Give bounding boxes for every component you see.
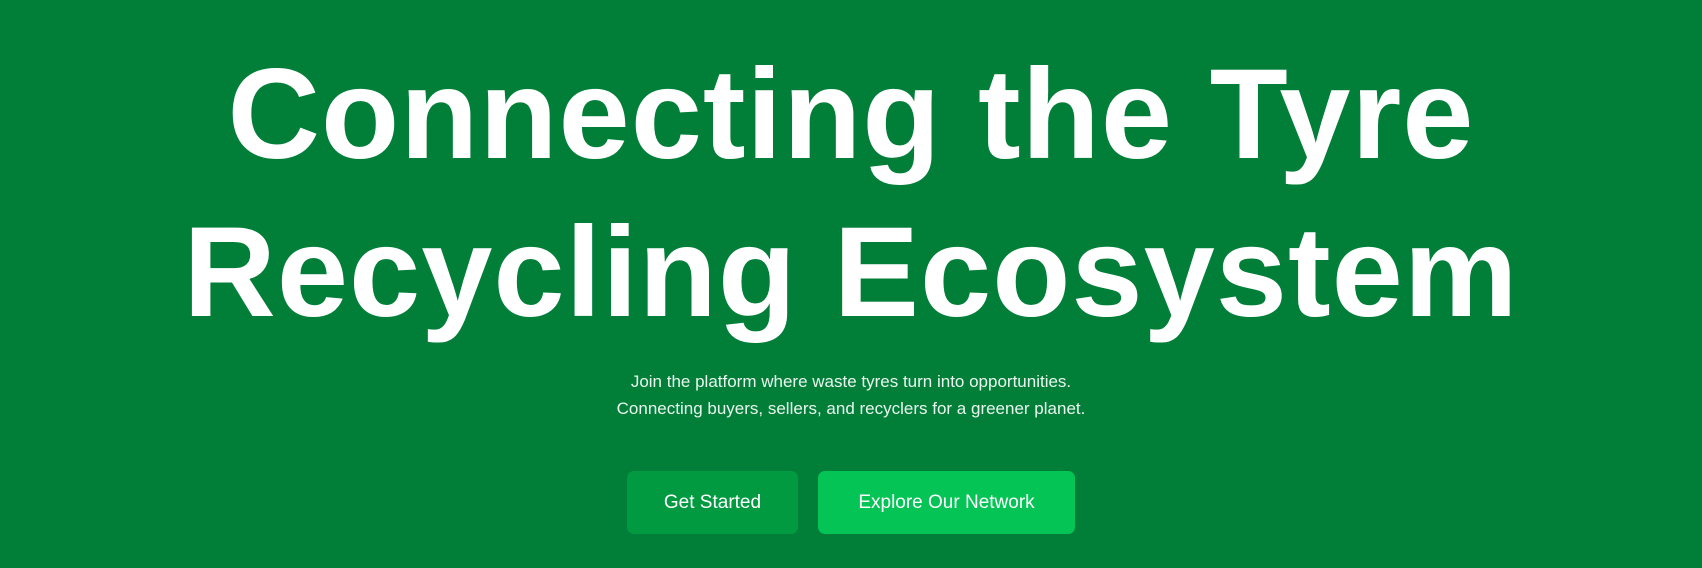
hero-section: Connecting the Tyre Recycling Ecosystem …: [0, 0, 1702, 568]
hero-subtitle-line-2: Connecting buyers, sellers, and recycler…: [616, 399, 1086, 418]
hero-subtitle: Join the platform where waste tyres turn…: [0, 368, 1702, 422]
hero-subtitle-line-1: Join the platform where waste tyres turn…: [630, 372, 1072, 391]
get-started-button[interactable]: Get Started: [627, 471, 798, 534]
hero-title-line-2: Recycling Ecosystem: [183, 201, 1519, 344]
explore-network-button[interactable]: Explore Our Network: [818, 471, 1075, 534]
hero-actions: Get Started Explore Our Network: [0, 471, 1702, 534]
hero-title: Connecting the Tyre Recycling Ecosystem: [0, 36, 1702, 352]
hero-title-line-1: Connecting the Tyre: [227, 43, 1475, 186]
